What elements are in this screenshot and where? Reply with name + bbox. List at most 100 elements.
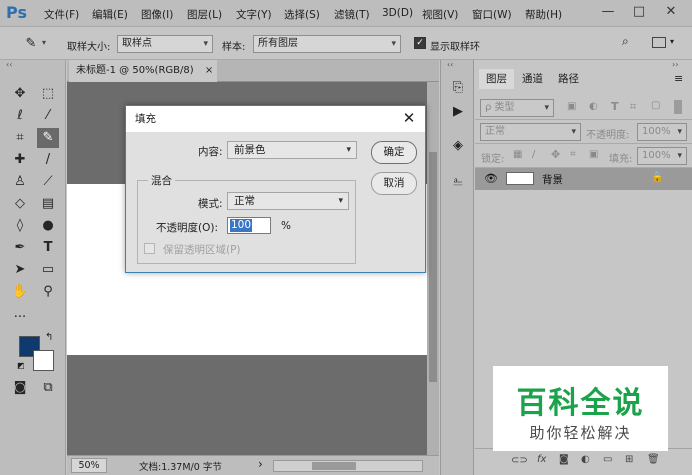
tab-paths[interactable]: 路径 bbox=[551, 69, 586, 89]
opacity-field[interactable]: 100% ▾ bbox=[637, 123, 687, 141]
zoom-tool-icon[interactable]: ⚲ bbox=[37, 282, 59, 302]
fill-field[interactable]: 100% ▾ bbox=[637, 147, 687, 165]
crop-tool-icon[interactable]: ⌗ bbox=[9, 128, 31, 148]
scroll-thumb[interactable] bbox=[429, 152, 437, 382]
dialog-opacity-input[interactable]: 100 bbox=[227, 217, 271, 234]
properties-panel-icon[interactable]: ◈ bbox=[447, 136, 469, 156]
blur-tool-icon[interactable]: ◊ bbox=[9, 216, 31, 236]
content-label: 内容: bbox=[198, 146, 223, 158]
sample-size-select[interactable]: 取样点 ▾ bbox=[117, 35, 213, 53]
sample-select[interactable]: 所有图层 ▾ bbox=[253, 35, 401, 53]
paragraph-panel-icon[interactable]: ⎁ bbox=[447, 172, 469, 192]
marquee-tool-icon[interactable]: ⬚ bbox=[37, 84, 59, 104]
eyedropper-preset-icon[interactable]: ✎ bbox=[20, 34, 42, 54]
minimize-button[interactable]: — bbox=[597, 4, 619, 20]
menu-select[interactable]: 选择(S) bbox=[284, 7, 320, 22]
new-group-icon[interactable]: ▭ bbox=[603, 454, 612, 465]
panel-menu-icon[interactable]: ≡ bbox=[674, 72, 683, 85]
menu-filter[interactable]: 滤镜(T) bbox=[334, 7, 370, 22]
horizontal-scrollbar[interactable] bbox=[273, 460, 423, 472]
type-tool-icon[interactable]: T bbox=[37, 238, 59, 258]
move-tool-icon[interactable]: ✥ bbox=[9, 84, 31, 104]
menu-view[interactable]: 视图(V) bbox=[422, 7, 458, 22]
collapse-arrows-icon[interactable]: ‹‹ bbox=[447, 60, 453, 69]
document-tab[interactable]: 未标题-1 @ 50%(RGB/8) × bbox=[69, 60, 217, 82]
hand-tool-icon[interactable]: ✋ bbox=[9, 282, 31, 302]
tab-channels[interactable]: 通道 bbox=[515, 69, 550, 89]
trash-icon[interactable]: 🗑 bbox=[647, 454, 660, 465]
clone-stamp-tool-icon[interactable]: ♙ bbox=[9, 172, 31, 192]
filter-smart-object-icon[interactable]: ▢ bbox=[651, 100, 660, 111]
menu-layer[interactable]: 图层(L) bbox=[187, 7, 222, 22]
eyedropper-tool-icon[interactable]: ✎ bbox=[37, 128, 59, 148]
preset-chevron-icon[interactable]: ▾ bbox=[42, 38, 46, 47]
workspace-icon[interactable] bbox=[652, 37, 666, 48]
close-window-button[interactable]: ✕ bbox=[660, 4, 682, 20]
collapse-arrows-icon[interactable]: ‹‹ bbox=[6, 60, 12, 69]
more-tools-icon[interactable]: ··· bbox=[9, 308, 31, 328]
zoom-level-field[interactable]: 50% bbox=[71, 458, 107, 473]
lock-all-icon[interactable]: ▣ bbox=[589, 149, 598, 160]
blend-mode-select[interactable]: 正常 ▾ bbox=[480, 123, 581, 141]
layer-filter-select[interactable]: ρ 类型 ▾ bbox=[480, 99, 554, 117]
lock-position-icon[interactable]: ✥ bbox=[551, 148, 560, 161]
background-color-swatch[interactable] bbox=[33, 350, 54, 371]
filter-shape-icon[interactable]: ⌗ bbox=[630, 100, 636, 114]
gradient-tool-icon[interactable]: ▤ bbox=[37, 194, 59, 214]
collapse-arrows-icon[interactable]: ›› bbox=[672, 60, 678, 69]
search-icon[interactable]: ⌕ bbox=[622, 34, 638, 52]
menu-help[interactable]: 帮助(H) bbox=[525, 7, 562, 22]
menu-file[interactable]: 文件(F) bbox=[44, 7, 79, 22]
swap-colors-icon[interactable]: ↰ bbox=[45, 332, 53, 343]
magic-wand-tool-icon[interactable]: ⁄ bbox=[37, 106, 59, 126]
brush-tool-icon[interactable]: / bbox=[37, 150, 59, 170]
filter-pixel-icon[interactable]: ▣ bbox=[567, 101, 576, 112]
adjustment-layer-icon[interactable]: ◐ bbox=[581, 454, 590, 465]
dodge-tool-icon[interactable]: ● bbox=[37, 216, 59, 236]
cancel-button[interactable]: 取消 bbox=[371, 172, 417, 195]
path-selection-tool-icon[interactable]: ➤ bbox=[9, 260, 31, 280]
filter-adjustment-icon[interactable]: ◐ bbox=[589, 101, 598, 112]
menu-edit[interactable]: 编辑(E) bbox=[92, 7, 128, 22]
eraser-tool-icon[interactable]: ◇ bbox=[9, 194, 31, 214]
visibility-eye-icon[interactable]: 👁 bbox=[484, 172, 498, 185]
fx-icon[interactable]: fx bbox=[537, 454, 546, 465]
lock-artboard-icon[interactable]: ⌗ bbox=[570, 149, 576, 160]
filter-toggle[interactable] bbox=[674, 100, 682, 114]
menu-type[interactable]: 文字(Y) bbox=[236, 7, 272, 22]
status-arrow-icon[interactable]: › bbox=[258, 457, 263, 471]
restore-button[interactable]: □ bbox=[628, 4, 650, 20]
menu-3d[interactable]: 3D(D) bbox=[382, 7, 413, 19]
mode-select[interactable]: 正常 ▾ bbox=[227, 192, 349, 210]
tab-close-icon[interactable]: × bbox=[205, 65, 213, 76]
lock-transparent-icon[interactable]: ▦ bbox=[513, 149, 522, 160]
workspace-chevron-icon[interactable]: ▾ bbox=[670, 37, 674, 46]
menu-window[interactable]: 窗口(W) bbox=[472, 7, 512, 22]
new-layer-icon[interactable]: ⊞ bbox=[625, 454, 633, 465]
link-layers-icon[interactable]: ⊂⊃ bbox=[511, 455, 528, 466]
history-brush-tool-icon[interactable]: ⟋ bbox=[37, 172, 59, 192]
preserve-transparency-checkbox[interactable] bbox=[144, 243, 155, 254]
lock-image-icon[interactable]: / bbox=[532, 149, 535, 160]
menu-image[interactable]: 图像(I) bbox=[141, 7, 173, 22]
actions-panel-icon[interactable]: ▶ bbox=[447, 102, 469, 122]
quick-mask-icon[interactable]: ◙ bbox=[9, 378, 31, 398]
vertical-scrollbar[interactable] bbox=[427, 82, 439, 455]
ok-button[interactable]: 确定 bbox=[371, 141, 417, 164]
show-ring-checkbox[interactable]: ✓ bbox=[414, 37, 426, 49]
hscroll-thumb[interactable] bbox=[312, 462, 356, 470]
tab-layers[interactable]: 图层 bbox=[479, 69, 514, 89]
rectangle-tool-icon[interactable]: ▭ bbox=[37, 260, 59, 280]
content-select[interactable]: 前景色 ▾ bbox=[227, 141, 357, 159]
layer-row-background[interactable]: 👁 背景 🔒 bbox=[475, 168, 692, 190]
screen-mode-icon[interactable]: ⧉ bbox=[37, 378, 59, 398]
filter-type-icon[interactable]: T bbox=[611, 100, 619, 113]
default-colors-icon[interactable]: ◩ bbox=[17, 361, 25, 370]
healing-brush-tool-icon[interactable]: ✚ bbox=[9, 150, 31, 170]
opacity-label: 不透明度: bbox=[586, 130, 630, 141]
history-panel-icon[interactable]: ⎘ bbox=[447, 78, 469, 98]
pen-tool-icon[interactable]: ✒ bbox=[9, 238, 31, 258]
add-mask-icon[interactable]: ◙ bbox=[559, 454, 569, 465]
dialog-close-icon[interactable]: ✕ bbox=[399, 108, 419, 128]
lasso-tool-icon[interactable]: ℓ bbox=[9, 106, 31, 126]
